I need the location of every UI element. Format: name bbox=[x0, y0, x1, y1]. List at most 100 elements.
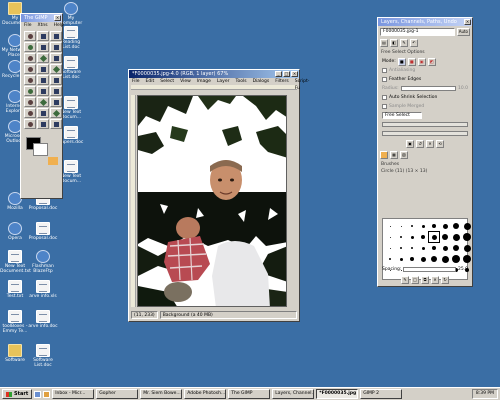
tool-button[interactable] bbox=[24, 64, 36, 74]
option-slider[interactable] bbox=[382, 122, 468, 127]
brush-preview[interactable] bbox=[407, 243, 417, 253]
brush-preview[interactable] bbox=[462, 254, 472, 264]
toolbox-titlebar[interactable]: The GIMP × bbox=[21, 14, 62, 22]
mode-add-icon[interactable]: ■ bbox=[407, 57, 416, 66]
reset-options-icon[interactable]: ⟲ bbox=[436, 139, 444, 148]
image-canvas[interactable] bbox=[137, 95, 287, 307]
color-swatches[interactable] bbox=[24, 135, 59, 167]
tool-button[interactable] bbox=[50, 31, 62, 41]
channels-tab-icon[interactable]: ◧ bbox=[390, 38, 398, 47]
tool-button[interactable] bbox=[24, 75, 36, 85]
restore-options-icon[interactable]: ↺ bbox=[416, 139, 424, 148]
spacing-value[interactable]: 25.0 bbox=[458, 267, 468, 272]
brush-preview[interactable] bbox=[451, 232, 461, 242]
mode-replace-icon[interactable]: ■ bbox=[397, 57, 406, 66]
tool-button[interactable] bbox=[37, 75, 49, 85]
paths-tab-icon[interactable]: ✎ bbox=[400, 38, 408, 47]
desktop-icon[interactable]: Proposal.doc bbox=[28, 222, 58, 241]
brush-preview[interactable] bbox=[451, 243, 461, 253]
quick-launch-desktop-icon[interactable] bbox=[43, 390, 51, 398]
brush-preview[interactable] bbox=[451, 221, 461, 231]
menu-item[interactable]: Tools bbox=[235, 78, 246, 85]
brush-preview[interactable] bbox=[428, 231, 440, 243]
taskbar-button[interactable]: Gopher bbox=[96, 389, 139, 399]
brush-preview[interactable] bbox=[418, 254, 428, 264]
image-window[interactable]: *F0000035.jpg-4.0 (RGB, 1 layer) 67% _ □… bbox=[128, 69, 309, 322]
tool-button[interactable] bbox=[37, 86, 49, 96]
brush-preview[interactable] bbox=[396, 232, 406, 242]
horizontal-ruler[interactable] bbox=[131, 85, 297, 90]
brush-preview[interactable] bbox=[418, 243, 428, 253]
brush-preview[interactable] bbox=[429, 243, 439, 253]
brush-preview[interactable] bbox=[385, 232, 395, 242]
menu-item[interactable]: View bbox=[180, 78, 191, 85]
desktop-icon[interactable]: toolBoxes - Emmy Te... bbox=[0, 310, 30, 334]
toolbox-window[interactable]: The GIMP × File Xtns Help bbox=[20, 13, 64, 199]
maximize-icon[interactable]: □ bbox=[283, 71, 290, 77]
desktop-icon[interactable]: Opera bbox=[0, 222, 30, 241]
brush-preview[interactable] bbox=[407, 232, 417, 242]
tool-button[interactable] bbox=[24, 31, 36, 41]
spacing-slider[interactable] bbox=[403, 267, 456, 272]
menu-item[interactable]: Filters bbox=[275, 78, 289, 85]
delete-brush-icon[interactable]: ✕ bbox=[431, 275, 439, 284]
tool-button[interactable] bbox=[24, 108, 36, 118]
brush-preview[interactable] bbox=[462, 243, 472, 253]
vertical-ruler[interactable] bbox=[131, 95, 136, 307]
menu-item[interactable]: Edit bbox=[146, 78, 155, 85]
menu-item[interactable]: Help bbox=[54, 22, 64, 29]
brush-preview[interactable] bbox=[418, 221, 428, 231]
brush-preview[interactable] bbox=[451, 254, 461, 264]
desktop-icon[interactable]: arve info.xls bbox=[28, 280, 58, 299]
taskbar-button[interactable]: GIMP 2 bbox=[360, 389, 403, 399]
tool-button[interactable] bbox=[37, 64, 49, 74]
taskbar-button[interactable]: Layers, Channel... bbox=[272, 389, 315, 399]
tool-button[interactable] bbox=[37, 53, 49, 63]
brush-preview[interactable] bbox=[462, 221, 472, 231]
tool-button[interactable] bbox=[37, 108, 49, 118]
tool-button[interactable] bbox=[50, 97, 62, 107]
brush-preview[interactable] bbox=[396, 221, 406, 231]
menu-item[interactable]: Image bbox=[197, 78, 211, 85]
tool-button[interactable] bbox=[37, 119, 49, 129]
image-select-dropdown[interactable]: F0000035.jpg-1 bbox=[380, 27, 455, 36]
menu-item[interactable]: Script-Fu bbox=[295, 78, 310, 91]
tool-button[interactable] bbox=[24, 53, 36, 63]
brush-preview[interactable] bbox=[418, 232, 428, 242]
option-slider[interactable] bbox=[382, 131, 468, 136]
auto-button[interactable]: Auto bbox=[456, 27, 470, 36]
patterns-tab-icon[interactable]: ▦ bbox=[390, 150, 398, 159]
radius-slider[interactable] bbox=[400, 86, 456, 91]
brush-preview[interactable] bbox=[396, 254, 406, 264]
taskbar-button[interactable]: *F0000035.jpg bbox=[316, 389, 359, 399]
desktop-icon[interactable]: Software bbox=[0, 344, 30, 363]
mode-subtract-icon[interactable]: ▣ bbox=[417, 57, 426, 66]
tool-button[interactable] bbox=[50, 64, 62, 74]
active-brush-preview[interactable] bbox=[48, 157, 58, 165]
layers-dock-titlebar[interactable]: Layers, Channels, Paths, Undo × bbox=[378, 18, 472, 26]
menu-item[interactable]: File bbox=[132, 78, 140, 85]
gradients-tab-icon[interactable]: ▧ bbox=[400, 150, 408, 159]
desktop-icon[interactable]: Software List.doc bbox=[28, 344, 58, 368]
brush-preview[interactable] bbox=[440, 232, 450, 242]
quick-launch-ie-icon[interactable] bbox=[34, 390, 42, 398]
taskbar-button[interactable]: Inbox - Micr... bbox=[52, 389, 95, 399]
tool-button[interactable] bbox=[50, 42, 62, 52]
taskbar-button[interactable]: The GIMP bbox=[228, 389, 271, 399]
brush-preview[interactable] bbox=[385, 243, 395, 253]
layers-dock-window[interactable]: Layers, Channels, Paths, Undo × F0000035… bbox=[377, 17, 473, 287]
menu-item[interactable]: File bbox=[24, 22, 32, 29]
close-icon[interactable]: × bbox=[464, 19, 471, 25]
mode-intersect-icon[interactable]: ◩ bbox=[427, 57, 436, 66]
brush-preview[interactable] bbox=[407, 254, 417, 264]
menu-item[interactable]: Xtns bbox=[38, 22, 48, 29]
brush-preview[interactable] bbox=[440, 221, 450, 231]
tool-button[interactable] bbox=[50, 75, 62, 85]
delete-options-icon[interactable]: ✕ bbox=[426, 139, 434, 148]
desktop-icon[interactable]: arve info.doc bbox=[28, 310, 58, 329]
start-button[interactable]: Start bbox=[2, 389, 33, 399]
refresh-brushes-icon[interactable]: ↻ bbox=[441, 275, 449, 284]
brush-preview[interactable] bbox=[440, 243, 450, 253]
brush-preview[interactable] bbox=[385, 221, 395, 231]
tool-button[interactable] bbox=[37, 31, 49, 41]
